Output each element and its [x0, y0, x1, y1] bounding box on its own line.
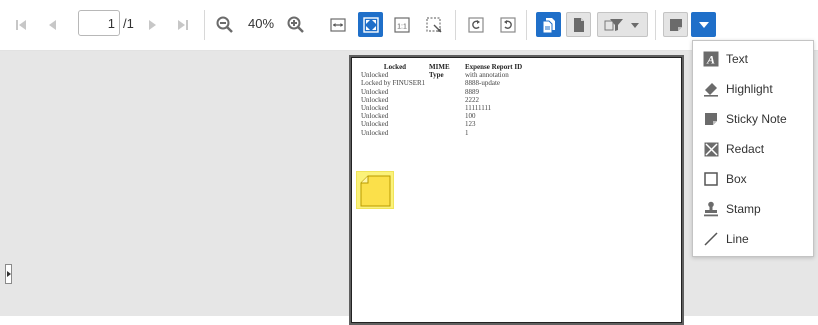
table-cell [429, 71, 465, 79]
rotate-right-icon[interactable] [498, 15, 518, 35]
column-header: MIME Type [429, 63, 450, 80]
table-cell [429, 120, 465, 128]
table-cell [429, 88, 465, 96]
table-row: Unlocked 8889 [361, 88, 545, 96]
column-header: Locked [383, 63, 407, 71]
table-cell: 1 [465, 128, 469, 137]
annotation-menu-dropdown-button[interactable] [691, 12, 716, 37]
box-icon [703, 171, 719, 187]
actual-size-icon[interactable]: 1:1 [392, 15, 412, 35]
next-page-icon[interactable] [143, 16, 161, 34]
sticky-note-icon [703, 111, 719, 127]
table-cell: Unlocked [361, 112, 389, 121]
menu-item-label: Box [726, 172, 747, 186]
table-row: Unlocked with annotation [361, 71, 545, 79]
annotation-menu: A Text Highlight Sticky Note Redact Box … [692, 40, 814, 257]
zoom-level: 40% [248, 16, 275, 31]
document-page-frame: Locked MIME Type Expense Report ID Unloc… [349, 55, 684, 325]
fit-width-icon[interactable] [328, 15, 348, 35]
table-cell: 8889 [465, 87, 479, 96]
menu-item-label: Highlight [726, 82, 773, 96]
toolbar-divider [526, 10, 527, 40]
menu-item-text[interactable]: A Text [693, 44, 813, 74]
sticky-note-annotation[interactable] [356, 171, 394, 209]
table-cell [429, 129, 465, 137]
single-page-view-icon[interactable] [566, 12, 591, 37]
table-row: Unlocked 11111111 [361, 104, 545, 112]
zoom-out-icon[interactable] [215, 15, 235, 35]
menu-item-line[interactable]: Line [693, 224, 813, 254]
document-page: Locked MIME Type Expense Report ID Unloc… [351, 57, 682, 323]
table-cell: Unlocked [361, 128, 389, 137]
fit-page-icon[interactable] [358, 12, 383, 37]
document-table: Locked MIME Type Expense Report ID Unloc… [361, 63, 545, 137]
page-total-label: /1 [123, 16, 134, 31]
table-cell: 2222 [465, 95, 479, 104]
table-cell: 11111111 [465, 103, 492, 112]
stamp-icon [703, 201, 719, 217]
toolbar-divider [204, 10, 205, 40]
toolbar-divider [655, 10, 656, 40]
redact-icon [703, 141, 719, 157]
table-cell: Unlocked [361, 120, 389, 129]
table-cell: Unlocked [361, 95, 389, 104]
column-header: Expense Report ID [465, 63, 523, 71]
previous-page-icon[interactable] [44, 16, 62, 34]
table-cell: Locked by FINUSER1 [361, 79, 426, 88]
table-cell [429, 96, 465, 104]
toolbar-divider [455, 10, 456, 40]
table-cell: 123 [465, 120, 476, 129]
table-cell: 100 [465, 112, 476, 121]
last-page-icon[interactable] [174, 16, 192, 34]
table-cell: with annotation [465, 71, 509, 80]
marquee-zoom-icon[interactable] [424, 15, 444, 35]
menu-item-label: Redact [726, 142, 765, 156]
table-row: Locked by FINUSER1 8888-update [361, 79, 545, 87]
multi-page-view-icon[interactable] [536, 12, 561, 37]
table-row: Unlocked 1 [361, 129, 545, 137]
line-icon [703, 231, 719, 247]
menu-item-box[interactable]: Box [693, 164, 813, 194]
table-cell: Unlocked [361, 103, 389, 112]
menu-item-stamp[interactable]: Stamp [693, 194, 813, 224]
table-cell: Unlocked [361, 71, 389, 80]
table-cell [429, 104, 465, 112]
highlight-icon [703, 81, 719, 97]
table-cell: 8888-update [465, 79, 500, 88]
menu-item-label: Sticky Note [726, 112, 787, 126]
menu-item-redact[interactable]: Redact [693, 134, 813, 164]
sticky-note-icon [360, 175, 391, 207]
table-cell [429, 79, 465, 87]
first-page-icon[interactable] [12, 16, 30, 34]
svg-text:1:1: 1:1 [397, 24, 407, 31]
document-table-header: Locked MIME Type Expense Report ID [361, 63, 545, 80]
menu-item-label: Line [726, 232, 749, 246]
svg-text:A: A [706, 53, 715, 67]
zoom-in-icon[interactable] [286, 15, 306, 35]
sidebar-toggle-handle[interactable] [5, 264, 12, 284]
rotate-left-icon[interactable] [466, 15, 486, 35]
page-number-input[interactable] [78, 10, 120, 36]
table-cell: Unlocked [361, 87, 389, 96]
table-row: Unlocked 100 [361, 112, 545, 120]
table-row: Unlocked 123 [361, 120, 545, 128]
table-row: Unlocked 2222 [361, 96, 545, 104]
menu-item-highlight[interactable]: Highlight [693, 74, 813, 104]
menu-item-label: Stamp [726, 202, 761, 216]
table-cell [429, 112, 465, 120]
text-annotation-icon: A [703, 51, 719, 67]
sticky-note-tool-icon[interactable] [663, 12, 688, 37]
filter-dropdown-button[interactable] [597, 12, 648, 37]
menu-item-label: Text [726, 52, 749, 66]
menu-item-sticky-note[interactable]: Sticky Note [693, 104, 813, 134]
